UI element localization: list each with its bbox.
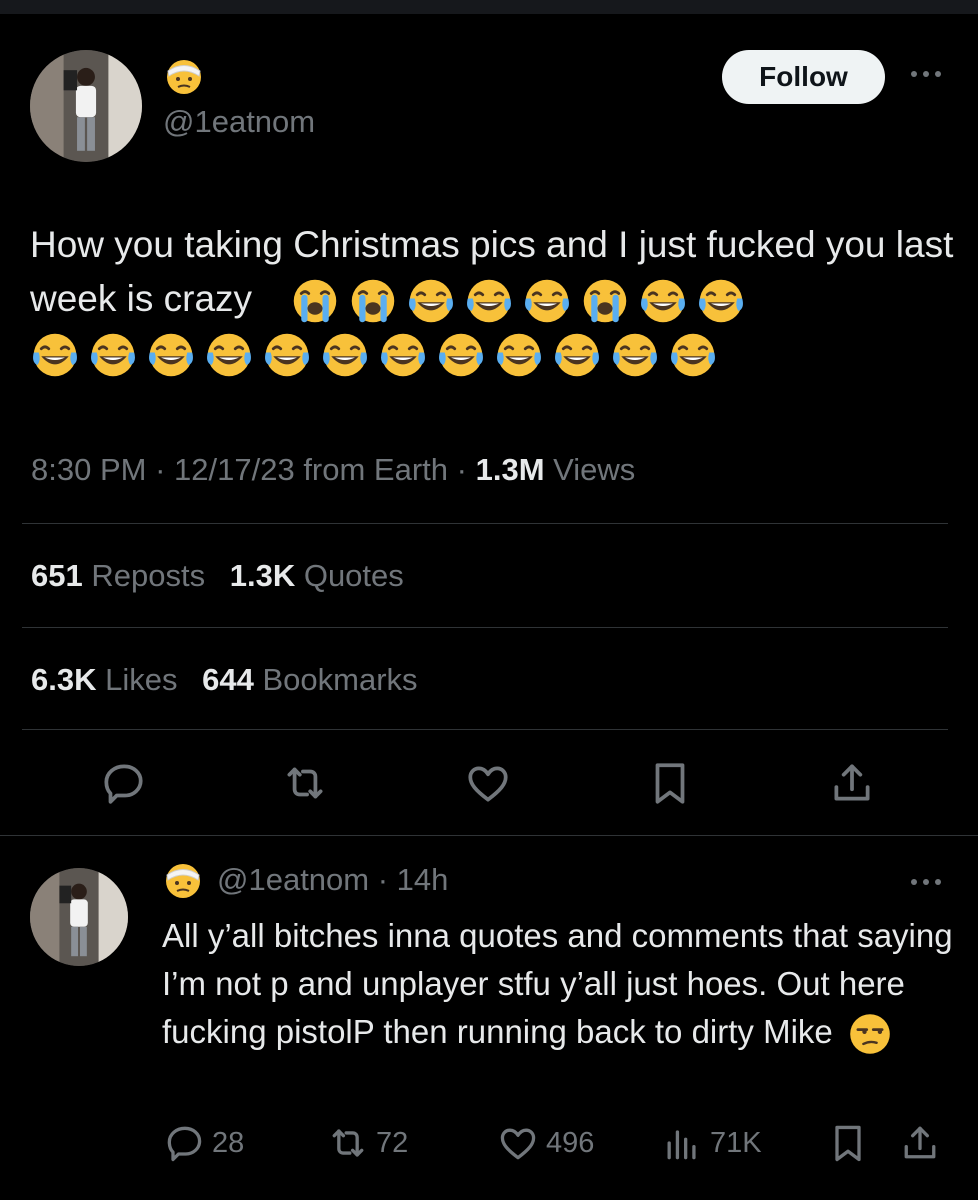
reply-time[interactable]: 14h xyxy=(397,862,449,898)
face-with-tears-of-joy-emoji-icon xyxy=(696,276,746,326)
reply-repost-button[interactable]: 72 xyxy=(326,1120,408,1166)
reply-icon xyxy=(167,1126,202,1162)
repost-icon xyxy=(332,1129,364,1157)
separator-dot: · xyxy=(369,862,397,897)
bookmark-icon[interactable] xyxy=(645,758,695,808)
follow-button[interactable]: Follow xyxy=(722,50,885,104)
views-count: 1.3M xyxy=(475,452,545,487)
loudly-crying-face-emoji-icon xyxy=(348,276,398,326)
tweet-date[interactable]: 12/17/23 xyxy=(174,452,295,487)
head-bandage-emoji-icon xyxy=(163,860,203,900)
share-icon xyxy=(904,1126,936,1159)
emoji-run-2 xyxy=(30,332,726,377)
face-with-tears-of-joy-emoji-icon xyxy=(552,330,602,380)
share-icon[interactable] xyxy=(827,758,877,808)
like-bookmark-stats: 6.3K Likes 644 Bookmarks xyxy=(31,662,418,698)
face-with-tears-of-joy-emoji-icon xyxy=(146,330,196,380)
reply-header: @1eatnom · 14h xyxy=(163,860,448,900)
tweet-meta: 8:30 PM · 12/17/23 from Earth · 1.3M Vie… xyxy=(31,452,636,487)
face-with-tears-of-joy-emoji-icon xyxy=(320,330,370,380)
repost-quote-stats: 651 Reposts 1.3K Quotes xyxy=(31,558,404,594)
reply-icon[interactable] xyxy=(98,758,148,808)
quotes-stat[interactable]: 1.3K Quotes xyxy=(230,558,404,593)
unamused-face-emoji-icon xyxy=(848,1012,892,1056)
divider xyxy=(22,627,948,628)
reply-views-button[interactable]: 71K xyxy=(660,1120,762,1166)
reply-more-options-icon[interactable] xyxy=(906,870,946,894)
face-with-tears-of-joy-emoji-icon xyxy=(262,330,312,380)
like-icon[interactable] xyxy=(463,758,513,808)
likes-stat[interactable]: 6.3K Likes xyxy=(31,662,177,697)
face-with-tears-of-joy-emoji-icon xyxy=(610,330,660,380)
face-with-tears-of-joy-emoji-icon xyxy=(522,276,572,326)
tweet-time[interactable]: 8:30 PM xyxy=(31,452,146,487)
reply-count: 28 xyxy=(212,1126,245,1159)
bookmark-icon xyxy=(835,1125,861,1162)
face-with-tears-of-joy-emoji-icon xyxy=(464,276,514,326)
head-bandage-emoji-icon xyxy=(164,56,204,96)
emoji-run-1 xyxy=(290,278,754,323)
repost-icon[interactable] xyxy=(280,758,330,808)
reply-author-avatar[interactable] xyxy=(30,868,128,966)
views-count-reply: 71K xyxy=(710,1126,762,1159)
face-with-tears-of-joy-emoji-icon xyxy=(88,330,138,380)
divider xyxy=(0,835,978,836)
loudly-crying-face-emoji-icon xyxy=(580,276,630,326)
repost-count: 72 xyxy=(376,1126,409,1159)
loudly-crying-face-emoji-icon xyxy=(290,276,340,326)
tweet-text: How you taking Christmas pics and I just… xyxy=(30,218,960,380)
reply-body: All y’all bitches inna quotes and commen… xyxy=(162,917,953,1050)
reply-like-button[interactable]: 496 xyxy=(496,1120,594,1166)
views-icon xyxy=(667,1130,696,1160)
face-with-tears-of-joy-emoji-icon xyxy=(30,330,80,380)
author-handle[interactable]: @1eatnom xyxy=(163,104,315,140)
reply-bookmark-button[interactable] xyxy=(826,1120,876,1166)
author-avatar[interactable] xyxy=(30,50,142,162)
views-label: Views xyxy=(553,452,636,487)
reply-author-handle[interactable]: @1eatnom xyxy=(217,862,369,898)
reply-reply-button[interactable]: 28 xyxy=(162,1120,244,1166)
face-with-tears-of-joy-emoji-icon xyxy=(668,330,718,380)
more-options-icon[interactable] xyxy=(906,62,946,86)
bookmarks-stat[interactable]: 644 Bookmarks xyxy=(202,662,417,697)
face-with-tears-of-joy-emoji-icon xyxy=(494,330,544,380)
face-with-tears-of-joy-emoji-icon xyxy=(436,330,486,380)
face-with-tears-of-joy-emoji-icon xyxy=(204,330,254,380)
top-bar xyxy=(0,0,978,14)
face-with-tears-of-joy-emoji-icon xyxy=(378,330,428,380)
divider xyxy=(22,729,948,730)
reply-share-button[interactable] xyxy=(898,1120,948,1166)
tweet-location: from Earth xyxy=(303,452,449,487)
reply-text: All y’all bitches inna quotes and commen… xyxy=(162,912,962,1056)
like-count: 496 xyxy=(546,1126,595,1159)
reposts-stat[interactable]: 651 Reposts xyxy=(31,558,205,593)
like-icon xyxy=(500,1128,536,1160)
divider xyxy=(22,523,948,524)
face-with-tears-of-joy-emoji-icon xyxy=(406,276,456,326)
face-with-tears-of-joy-emoji-icon xyxy=(638,276,688,326)
